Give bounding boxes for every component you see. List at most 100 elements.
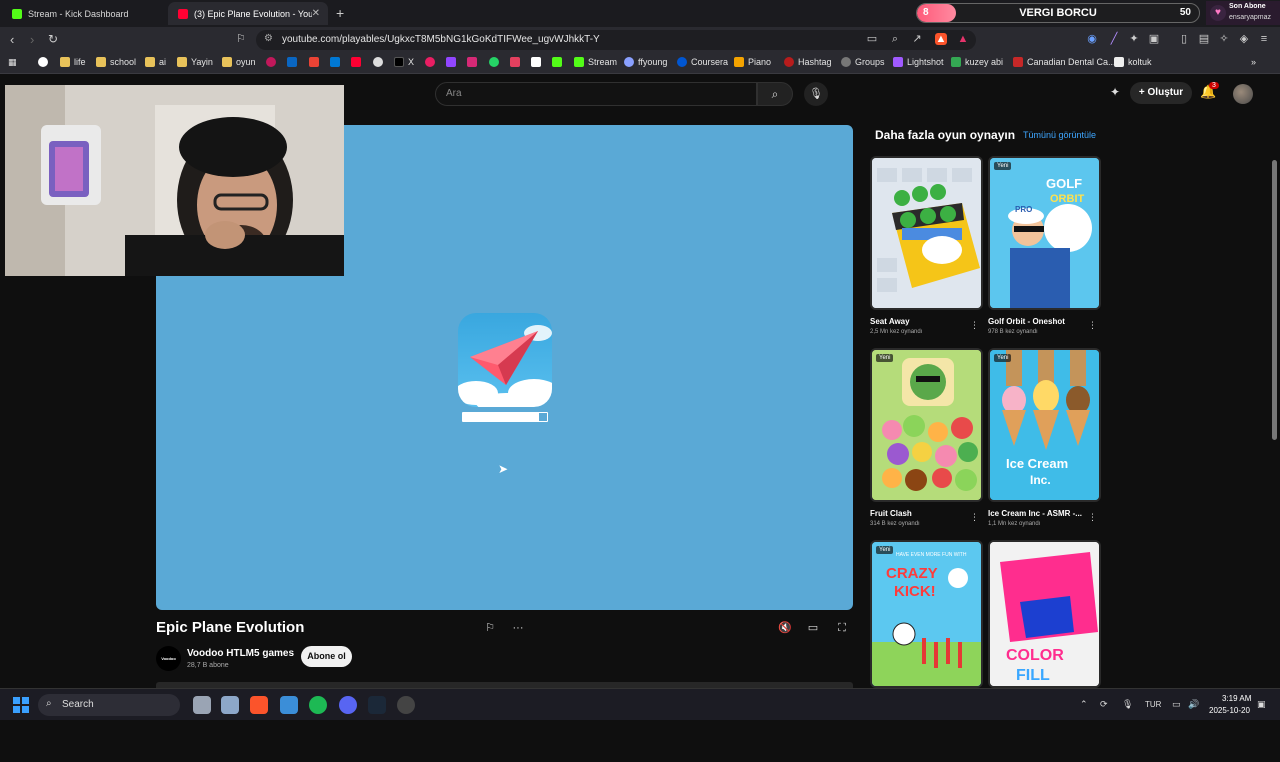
bookmark-school[interactable]: school xyxy=(96,57,136,67)
back-icon[interactable]: ‹ xyxy=(10,32,14,47)
bookmark-gmail[interactable] xyxy=(309,57,323,67)
sidebar-icon[interactable]: ▯ xyxy=(1178,33,1190,45)
bookmark-ai[interactable]: ai xyxy=(145,57,166,67)
sync-icon[interactable]: ⟳ xyxy=(1100,699,1108,710)
bookmark-site[interactable] xyxy=(425,57,439,67)
language-indicator[interactable]: TUR xyxy=(1145,700,1161,709)
clock-date[interactable]: 2025-10-20 xyxy=(1209,706,1250,715)
game-card-title[interactable]: Fruit Clash xyxy=(870,509,912,518)
bookmark-coursera[interactable]: Coursera xyxy=(677,57,728,67)
game-card-title[interactable]: Seat Away xyxy=(870,317,910,326)
bookmark-groups[interactable]: Groups xyxy=(841,57,885,67)
channel-name[interactable]: Voodoo HTLM5 games xyxy=(187,648,294,659)
bookmark-yayin[interactable]: Yayin xyxy=(177,57,213,67)
bookmark-amazon[interactable] xyxy=(531,57,545,67)
search-input[interactable]: Ara xyxy=(435,82,757,106)
more-options-icon[interactable]: ··· xyxy=(507,618,529,638)
bookmark-chatgpt[interactable] xyxy=(373,57,387,67)
bookmark-hashtag[interactable]: Hashtag xyxy=(784,57,832,67)
scrollbar-thumb[interactable] xyxy=(1272,160,1277,440)
bookmark-canadian-dental[interactable]: Canadian Dental Ca... xyxy=(1013,57,1116,67)
bookmark-page-icon[interactable]: ⚐ xyxy=(236,32,246,45)
brave-rewards-icon[interactable]: ▲ xyxy=(957,33,969,45)
bookmark-x[interactable]: X xyxy=(394,57,414,67)
cast-icon[interactable]: ✦ xyxy=(1110,85,1120,99)
game-card-golf-orbit[interactable]: GOLF ORBIT PRO Yeni xyxy=(988,156,1101,310)
game-card-seat-away[interactable] xyxy=(870,156,983,310)
bookmark-linkedin[interactable] xyxy=(287,57,301,67)
voice-search-icon[interactable]: 🎙 xyxy=(804,82,828,106)
tab-search-icon[interactable]: ▣ xyxy=(1148,33,1160,45)
more-bookmarks-icon[interactable]: » xyxy=(1251,57,1256,67)
mute-icon[interactable]: 🔇 xyxy=(774,618,796,638)
steam-icon[interactable] xyxy=(368,696,386,714)
apps-icon[interactable]: ▦ xyxy=(8,57,17,68)
cast-icon[interactable]: ▭ xyxy=(866,33,878,45)
site-info-icon[interactable]: ⚙ xyxy=(264,33,273,44)
save-icon[interactable]: ⚐ xyxy=(479,618,501,638)
bookmark-google[interactable] xyxy=(38,57,52,67)
vpn-icon[interactable]: ◈ xyxy=(1238,33,1250,45)
discord-icon[interactable] xyxy=(339,696,357,714)
extension-icon[interactable]: ◉ xyxy=(1086,33,1098,45)
theater-mode-icon[interactable]: ▭ xyxy=(802,618,824,638)
bookmark-site[interactable] xyxy=(266,57,280,67)
brave-browser-icon[interactable] xyxy=(250,696,268,714)
forward-icon[interactable]: › xyxy=(30,32,34,47)
subscribe-button[interactable]: Abone ol xyxy=(301,646,352,667)
search-button[interactable]: ⌕ xyxy=(757,82,793,106)
extensions-icon[interactable]: ✦ xyxy=(1128,33,1140,45)
bookmark-piano[interactable]: Piano xyxy=(734,57,771,67)
create-button[interactable]: + Oluştur xyxy=(1130,82,1192,104)
spotify-icon[interactable] xyxy=(309,696,327,714)
brave-shields-icon[interactable]: ▲ xyxy=(935,33,947,45)
app-icon[interactable] xyxy=(280,696,298,714)
file-explorer-icon[interactable] xyxy=(221,696,239,714)
bookmark-koltuk[interactable]: koltuk xyxy=(1114,57,1152,67)
close-tab-icon[interactable]: ✕ xyxy=(312,8,320,19)
reload-icon[interactable]: ↻ xyxy=(48,32,58,46)
game-card-ice-cream-inc[interactable]: Ice Cream Inc. Yeni xyxy=(988,348,1101,502)
bookmark-tumblr[interactable] xyxy=(510,57,524,67)
new-tab-button[interactable]: + xyxy=(336,5,344,21)
bookmark-kuzey-abi[interactable]: kuzey abi xyxy=(951,57,1003,67)
bookmark-lightshot[interactable]: Lightshot xyxy=(893,57,944,67)
notification-center-icon[interactable]: ▣ xyxy=(1257,699,1266,710)
game-card-fruit-clash[interactable]: Yeni xyxy=(870,348,983,502)
network-icon[interactable]: ▭ xyxy=(1172,699,1181,710)
windows-start-icon[interactable] xyxy=(13,697,29,713)
clock-time[interactable]: 3:19 AM xyxy=(1222,694,1251,703)
fullscreen-icon[interactable]: ⛶ xyxy=(831,618,853,638)
extension-icon[interactable]: ╱ xyxy=(1108,33,1120,45)
menu-icon[interactable]: ≡ xyxy=(1258,33,1270,45)
volume-icon[interactable]: 🔊 xyxy=(1188,699,1199,710)
game-card-title[interactable]: Golf Orbit - Oneshot xyxy=(988,317,1065,326)
channel-logo[interactable]: Voodoo xyxy=(156,646,181,671)
page-scrollbar[interactable] xyxy=(1270,148,1280,762)
bookmark-youtube[interactable] xyxy=(351,57,365,67)
bookmark-life[interactable]: life xyxy=(60,57,86,67)
bookmark-outlook[interactable] xyxy=(330,57,344,67)
microphone-icon[interactable]: 🎙 xyxy=(1122,699,1133,710)
more-options-icon[interactable]: ⋮ xyxy=(970,512,979,523)
bookmark-instagram[interactable] xyxy=(467,57,481,67)
bookmark-oyun[interactable]: oyun xyxy=(222,57,256,67)
bookmark-stream[interactable]: Stream xyxy=(574,57,617,67)
more-options-icon[interactable]: ⋮ xyxy=(1088,512,1097,523)
taskbar-search[interactable]: ⌕ Search xyxy=(38,694,180,716)
game-card-crazy-kick[interactable]: HAVE EVEN MORE FUN WITH CRAZY KICK! Yeni xyxy=(870,540,983,688)
tab-youtube[interactable]: (3) Epic Plane Evolution - YouTube ✕ xyxy=(168,2,328,25)
task-view-icon[interactable] xyxy=(193,696,211,714)
avatar[interactable] xyxy=(1233,84,1253,104)
more-options-icon[interactable]: ⋮ xyxy=(970,320,979,331)
share-icon[interactable]: ↗ xyxy=(911,33,923,45)
wallet-icon[interactable]: ▤ xyxy=(1198,33,1210,45)
bookmark-whatsapp[interactable] xyxy=(489,57,503,67)
bookmark-twitch[interactable] xyxy=(446,57,460,67)
bookmark-ffyoung[interactable]: ffyoung xyxy=(624,57,667,67)
game-card-title[interactable]: Ice Cream Inc - ASMR -... xyxy=(988,509,1082,518)
show-hidden-icons-icon[interactable]: ⌃ xyxy=(1080,699,1088,710)
tab-kick-dashboard[interactable]: Stream - Kick Dashboard xyxy=(2,2,166,25)
game-card-color-fill[interactable]: COLOR FILL xyxy=(988,540,1101,688)
bookmark-kick[interactable] xyxy=(552,57,566,67)
